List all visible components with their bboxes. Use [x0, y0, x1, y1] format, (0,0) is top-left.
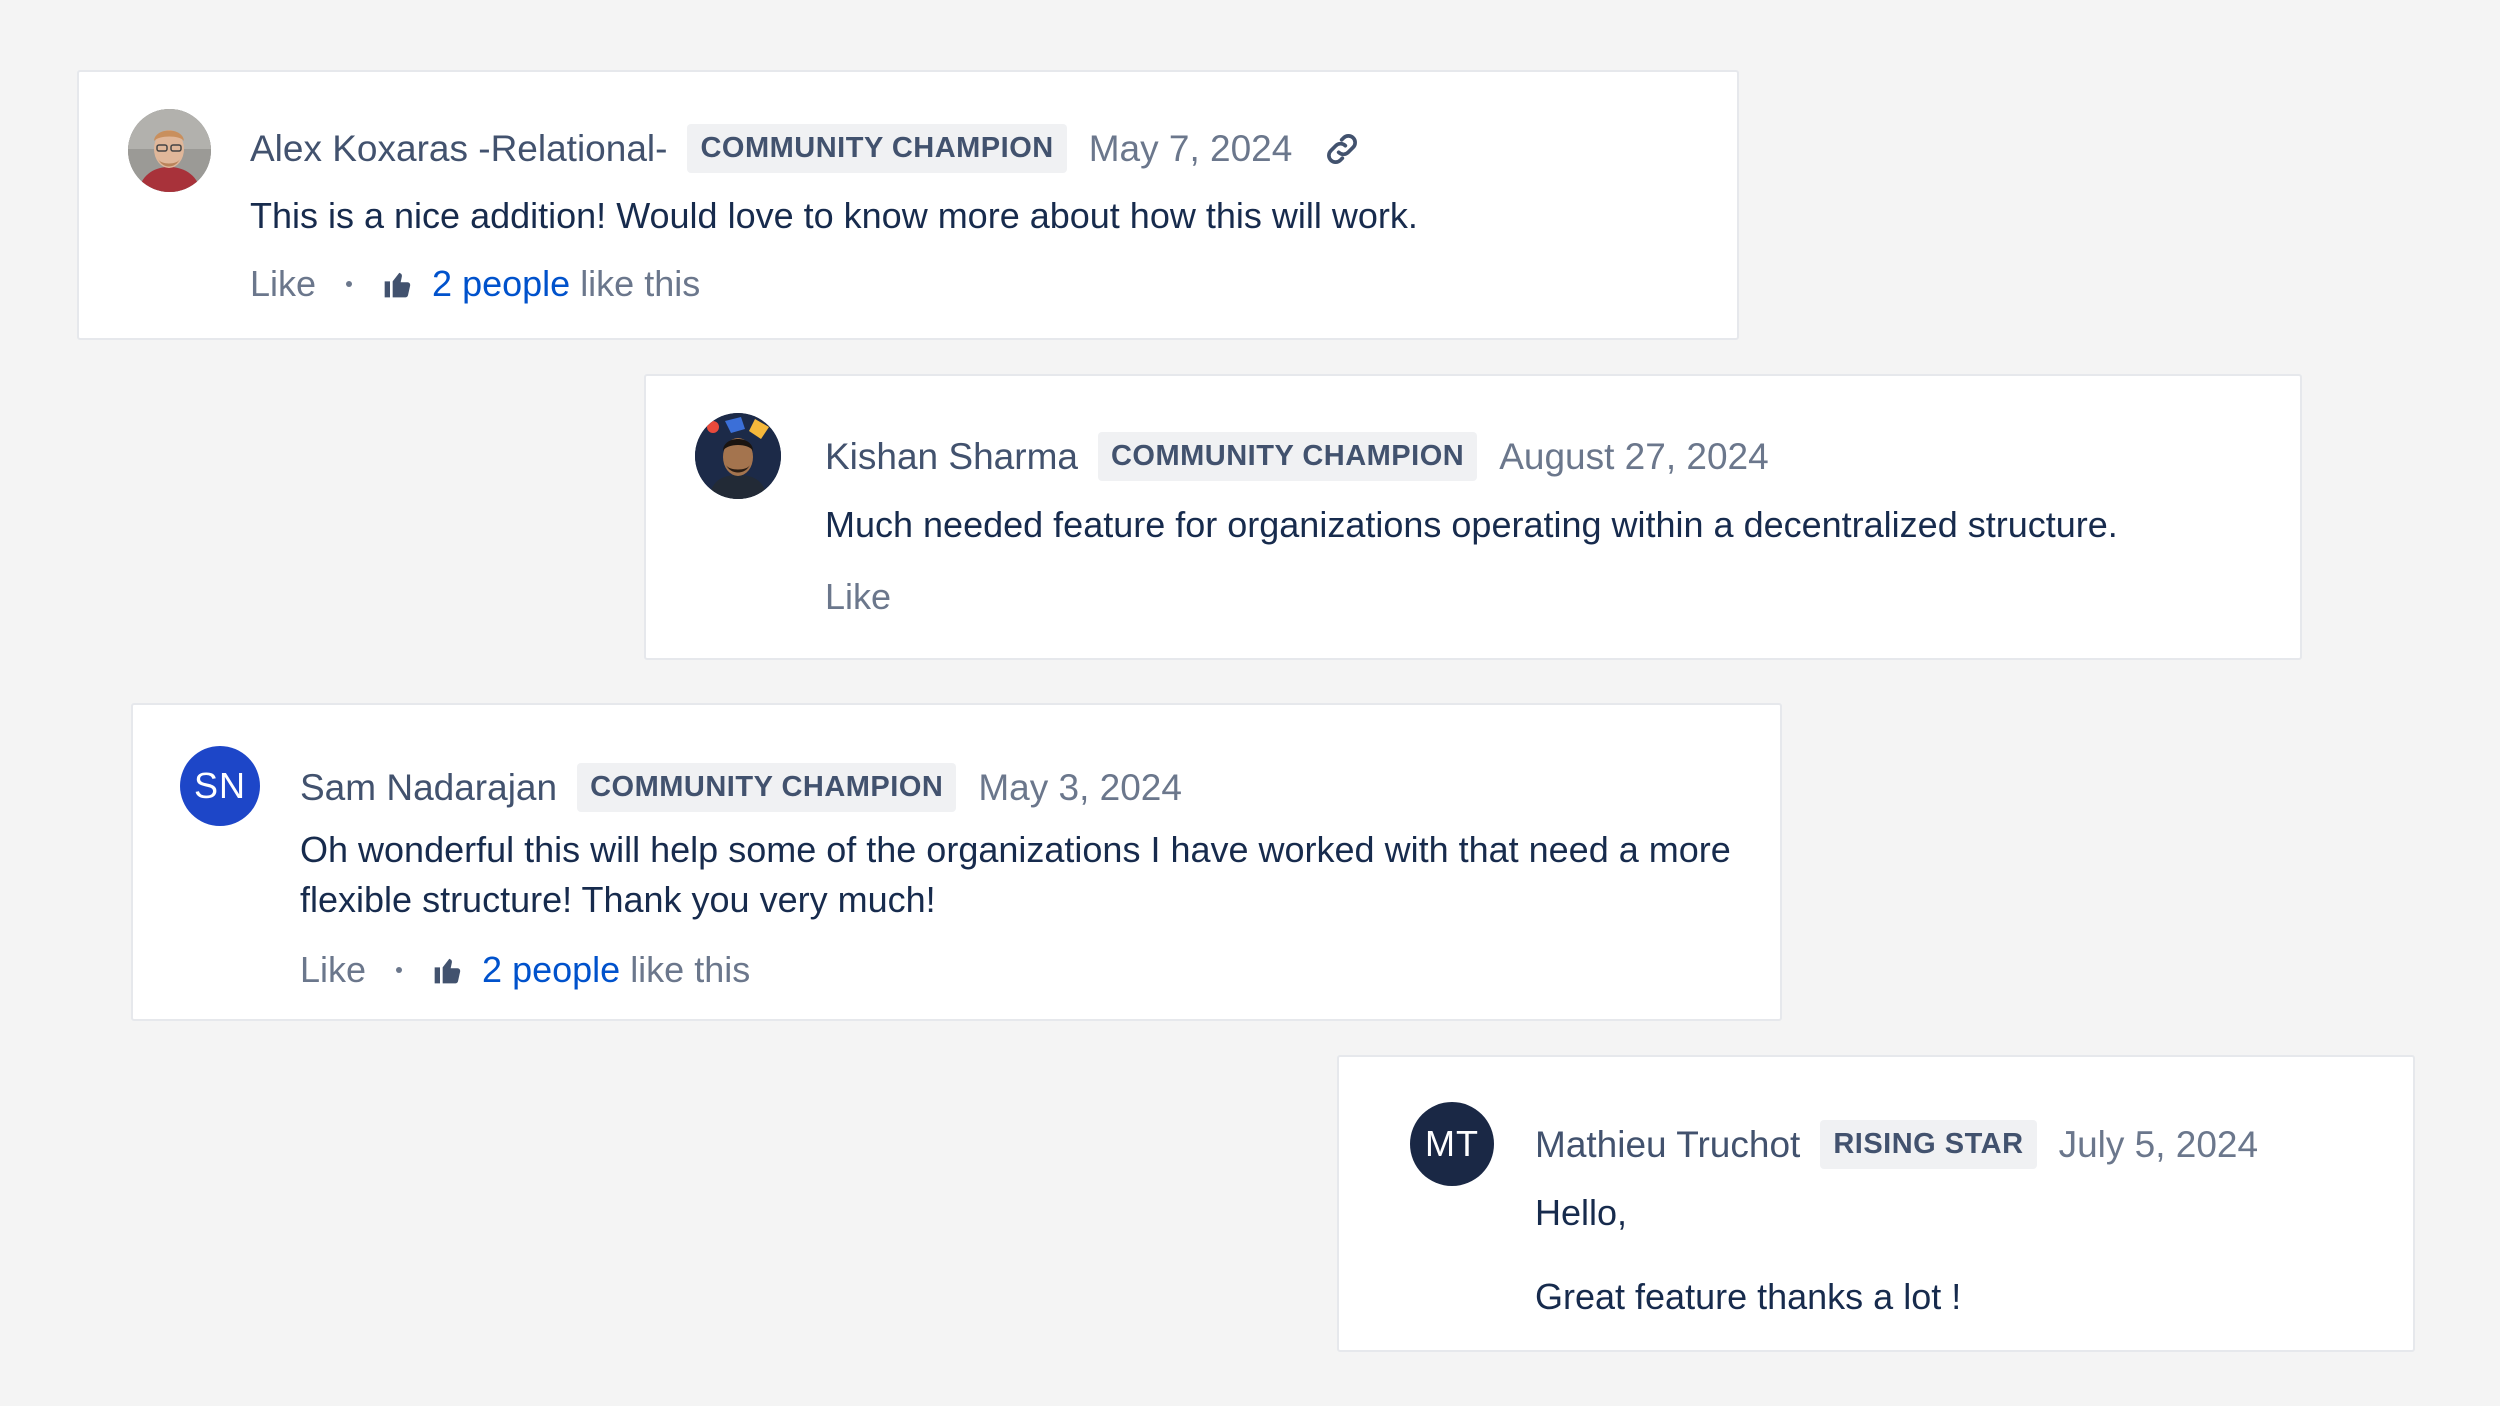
comment-card: MT Mathieu Truchot RISING STAR July 5, 2… — [1337, 1055, 2415, 1352]
comment-paragraph: Hello, — [1535, 1192, 1628, 1233]
author-name[interactable]: Alex Koxaras -Relational- — [250, 128, 667, 170]
like-button[interactable]: Like — [250, 263, 316, 305]
comment-paragraph: Great feature thanks a lot ! — [1535, 1276, 1962, 1317]
comment-card: Kishan Sharma COMMUNITY CHAMPION August … — [644, 374, 2302, 660]
avatar-initials: MT — [1425, 1123, 1479, 1164]
thumbs-up-icon — [382, 268, 414, 300]
comment-date[interactable]: May 3, 2024 — [978, 767, 1182, 809]
status-badge: RISING STAR — [1820, 1120, 2037, 1169]
comment-date[interactable]: May 7, 2024 — [1089, 128, 1293, 170]
link-icon[interactable] — [1322, 129, 1362, 169]
like-button[interactable]: Like — [300, 949, 366, 991]
user-photo-avatar-icon — [695, 413, 781, 499]
status-badge: COMMUNITY CHAMPION — [1097, 432, 1478, 481]
comment-paragraph: Much needed feature for organizations op… — [825, 504, 2118, 545]
comment-paragraph: Oh wonderful this will help some of the … — [300, 829, 1731, 920]
comment-date[interactable]: July 5, 2024 — [2059, 1124, 2259, 1166]
comment-card: Alex Koxaras -Relational- COMMUNITY CHAM… — [77, 70, 1739, 340]
comment-body: Hello, Great feature thanks a lot ! — [1535, 1188, 2375, 1322]
avatar[interactable] — [695, 413, 781, 499]
separator-dot — [346, 281, 353, 287]
likes-suffix: like this — [580, 263, 701, 304]
status-badge: COMMUNITY CHAMPION — [577, 763, 957, 812]
author-name[interactable]: Kishan Sharma — [825, 436, 1078, 478]
comment-body: This is a nice addition! Would love to k… — [250, 191, 1700, 241]
comment-date[interactable]: August 27, 2024 — [1499, 436, 1769, 478]
avatar[interactable]: SN — [180, 746, 260, 826]
avatar-initials: SN — [193, 765, 246, 806]
likes-suffix: like this — [630, 949, 751, 990]
status-badge: COMMUNITY CHAMPION — [687, 124, 1067, 173]
likes-people-link[interactable]: 2 people — [432, 263, 570, 305]
comment-card: SN Sam Nadarajan COMMUNITY CHAMPION May … — [131, 703, 1782, 1021]
author-name[interactable]: Sam Nadarajan — [300, 767, 557, 809]
avatar[interactable] — [128, 109, 211, 192]
like-button[interactable]: Like — [825, 576, 891, 618]
user-photo-avatar-icon — [128, 109, 211, 192]
comment-body: Oh wonderful this will help some of the … — [300, 825, 1760, 925]
comment-paragraph: This is a nice addition! Would love to k… — [250, 195, 1418, 236]
avatar[interactable]: MT — [1410, 1102, 1494, 1186]
separator-dot — [396, 967, 403, 973]
author-name[interactable]: Mathieu Truchot — [1535, 1124, 1800, 1166]
likes-people-link[interactable]: 2 people — [482, 949, 620, 991]
comment-body: Much needed feature for organizations op… — [825, 500, 2285, 550]
thumbs-up-icon — [432, 954, 464, 986]
